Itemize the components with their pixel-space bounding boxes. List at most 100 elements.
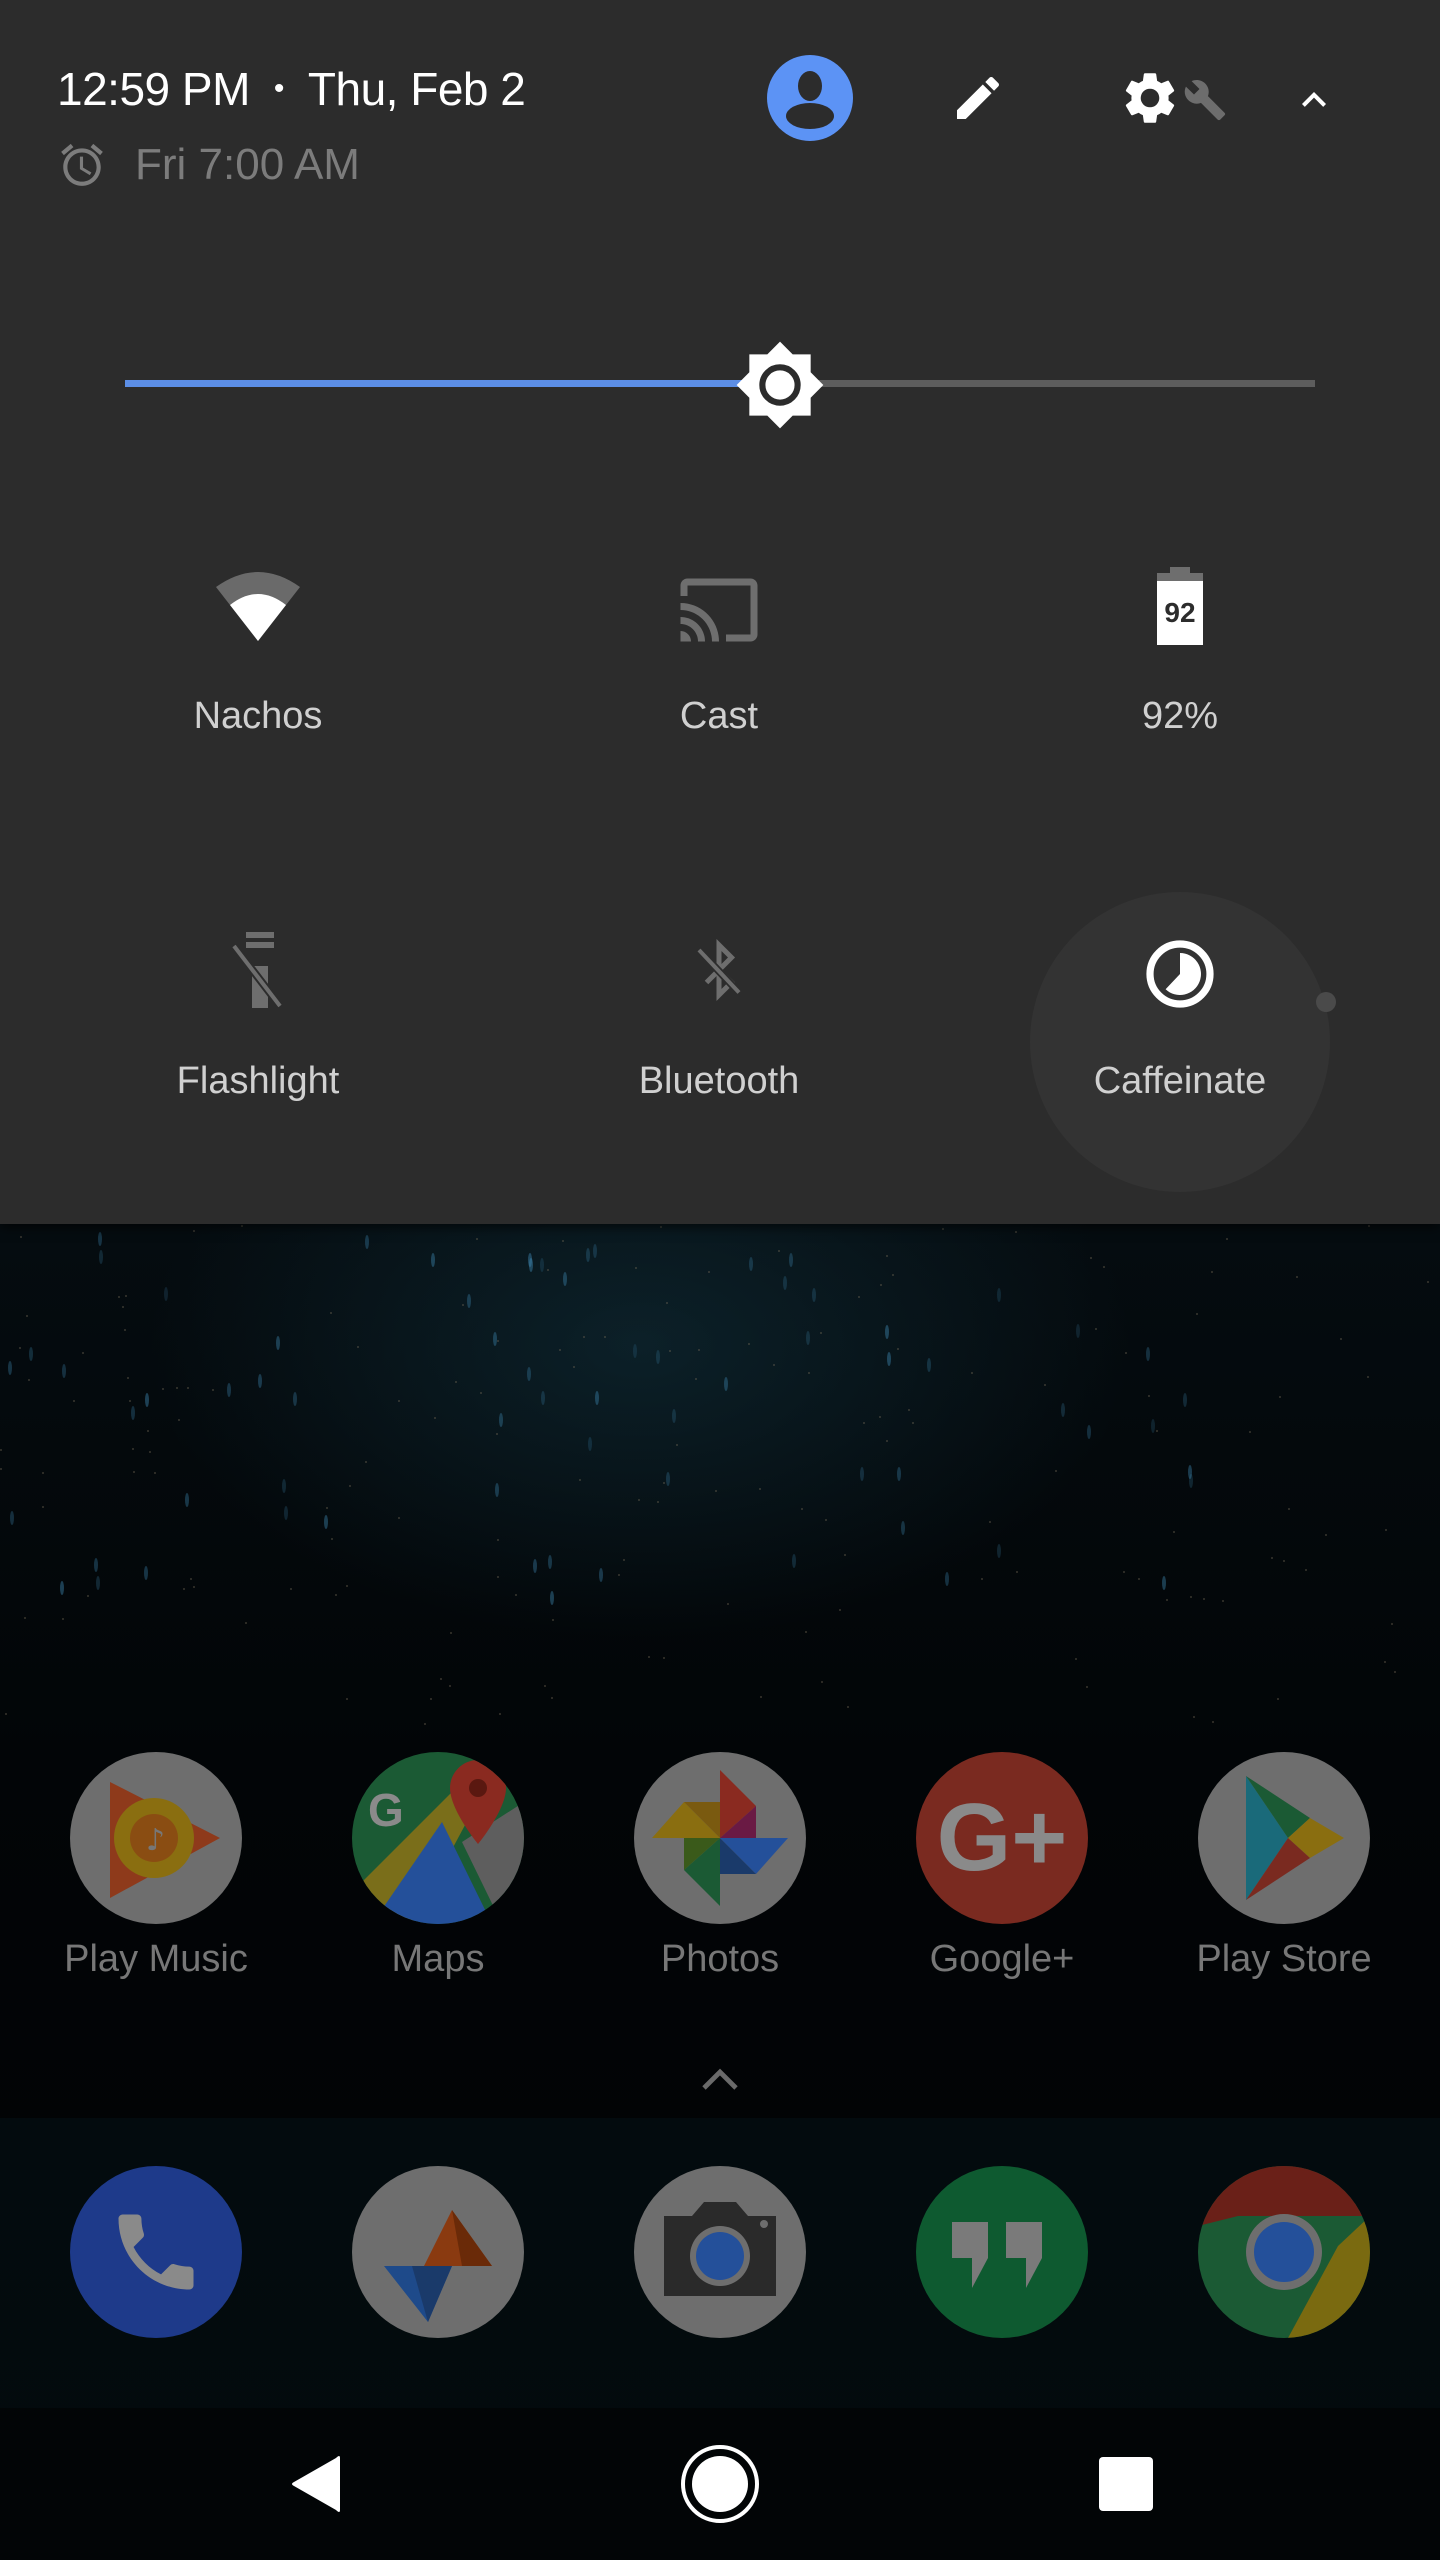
rain-drop xyxy=(860,1466,865,1481)
tile-label: 92% xyxy=(1141,695,1219,737)
tile-flashlight[interactable]: Flashlight xyxy=(108,890,408,1190)
user-account-button[interactable] xyxy=(767,55,853,141)
brightness-slider[interactable] xyxy=(125,335,1315,435)
wallpaper-speck xyxy=(154,1472,157,1475)
tile-wifi[interactable]: Nachos xyxy=(108,525,408,825)
wallpaper-speck xyxy=(1202,1597,1205,1600)
wallpaper-speck xyxy=(27,1378,30,1381)
dock-app-phone[interactable] xyxy=(46,2166,266,2338)
rain-drop xyxy=(812,1288,817,1303)
tile-cast[interactable]: Cast xyxy=(569,525,869,825)
wallpaper-speck xyxy=(244,1621,247,1624)
rain-drop xyxy=(99,1249,104,1264)
dock-app-camera[interactable] xyxy=(610,2166,830,2338)
wallpaper-speck xyxy=(885,1439,888,1442)
tile-caffeinate[interactable]: Caffeinate xyxy=(1030,890,1336,1190)
wallpaper-speck xyxy=(698,1349,701,1352)
wallpaper-speck xyxy=(886,1255,889,1258)
bluetooth-off-icon xyxy=(696,938,742,1002)
flashlight-off-icon xyxy=(230,932,284,1009)
wallpaper-speck xyxy=(912,1422,915,1425)
status-clock-date[interactable]: 12:59 PM • Thu, Feb 2 xyxy=(57,62,526,116)
wallpaper-speck xyxy=(5,1713,8,1716)
rain-drop xyxy=(585,1248,590,1263)
wallpaper-speck xyxy=(175,1386,178,1389)
dock-app-compass[interactable] xyxy=(328,2166,548,2338)
wallpaper-speck xyxy=(892,1273,895,1276)
wallpaper-speck xyxy=(81,1352,84,1355)
play-store-icon xyxy=(1198,1752,1370,1924)
wallpaper-speck xyxy=(1074,1658,1077,1661)
rain-drop xyxy=(62,1364,67,1379)
wallpaper-speck xyxy=(981,1577,984,1580)
rain-drop xyxy=(144,1565,149,1580)
wallpaper-speck xyxy=(1221,1599,1224,1602)
tile-label: Caffeinate xyxy=(1093,1060,1267,1102)
wallpaper-speck xyxy=(133,1471,136,1474)
wallpaper-speck xyxy=(397,1516,400,1519)
app-drawer-button[interactable] xyxy=(696,2060,744,2105)
account-circle-icon xyxy=(786,71,834,129)
app-maps[interactable]: G Maps xyxy=(328,1752,548,1981)
rain-drop xyxy=(1075,1324,1080,1339)
collapse-button[interactable] xyxy=(1276,62,1352,138)
app-label: Play Store xyxy=(1196,1938,1372,1980)
wallpaper-speck xyxy=(430,1698,433,1701)
wallpaper-speck xyxy=(819,1331,822,1334)
recents-button[interactable] xyxy=(1046,2408,1206,2560)
maps-icon: G xyxy=(352,1752,524,1924)
rain-drop xyxy=(996,1544,1001,1559)
app-play-store[interactable]: Play Store xyxy=(1174,1752,1394,1981)
settings-button[interactable] xyxy=(1108,60,1238,136)
edit-button[interactable] xyxy=(940,60,1016,136)
wallpaper-speck xyxy=(122,1305,125,1308)
wallpaper-speck xyxy=(970,1371,973,1374)
pencil-icon xyxy=(957,76,1000,119)
wallpaper-speck xyxy=(666,1302,669,1305)
wallpaper-speck xyxy=(1195,1313,1198,1316)
dock-app-chrome[interactable] xyxy=(1174,2166,1394,2338)
wallpaper-speck xyxy=(127,1376,130,1379)
tile-battery[interactable]: 92 92% xyxy=(1030,525,1330,825)
wallpaper-speck xyxy=(449,1632,452,1635)
wallpaper-speck xyxy=(192,1230,195,1233)
rain-drop xyxy=(884,1325,889,1340)
wallpaper-speck xyxy=(857,1295,860,1298)
brightness-thumb-icon[interactable] xyxy=(734,339,826,431)
tile-bluetooth[interactable]: Bluetooth xyxy=(569,890,869,1190)
dock-app-hangouts[interactable] xyxy=(892,2166,1112,2338)
wallpaper-speck xyxy=(748,1343,751,1346)
rain-drop xyxy=(1146,1347,1151,1362)
wallpaper-speck xyxy=(804,1631,807,1634)
wallpaper-speck xyxy=(1172,1531,1175,1534)
wallpaper-speck xyxy=(125,1294,128,1297)
app-play-music[interactable]: ♪ Play Music xyxy=(46,1752,266,1981)
home-button[interactable] xyxy=(640,2408,800,2560)
wallpaper-speck xyxy=(656,1500,659,1503)
wallpaper-speck xyxy=(1014,1231,1017,1234)
app-google-plus[interactable]: G+ Google+ xyxy=(892,1752,1112,1981)
app-photos[interactable]: Photos xyxy=(610,1752,830,1981)
wallpaper-speck xyxy=(345,1585,348,1588)
wallpaper-speck xyxy=(1054,1470,1057,1473)
rain-drop xyxy=(95,1575,100,1590)
wallpaper-speck xyxy=(808,1371,811,1374)
wallpaper-speck xyxy=(1282,1559,1285,1562)
wallpaper-speck xyxy=(1166,1599,1169,1602)
wallpaper-speck xyxy=(346,1698,349,1701)
wallpaper-speck xyxy=(117,1295,120,1298)
quick-settings-panel: 12:59 PM • Thu, Feb 2 Fri 7:00 AM Nachos… xyxy=(0,0,1440,1224)
wallpaper-speck xyxy=(365,1461,368,1464)
wallpaper-speck xyxy=(439,1677,442,1680)
play-music-icon: ♪ xyxy=(70,1752,242,1924)
wallpaper-speck xyxy=(1043,1383,1046,1386)
rain-drop xyxy=(1087,1424,1092,1439)
wallpaper-speck xyxy=(1123,1570,1126,1573)
rain-drop xyxy=(28,1346,33,1361)
wallpaper-speck xyxy=(759,1487,762,1490)
next-alarm[interactable]: Fri 7:00 AM xyxy=(57,140,360,190)
back-button[interactable] xyxy=(236,2408,396,2560)
wallpaper-speck xyxy=(397,1400,400,1403)
wallpaper-speck xyxy=(131,1447,134,1450)
wallpaper-speck xyxy=(879,1283,882,1286)
